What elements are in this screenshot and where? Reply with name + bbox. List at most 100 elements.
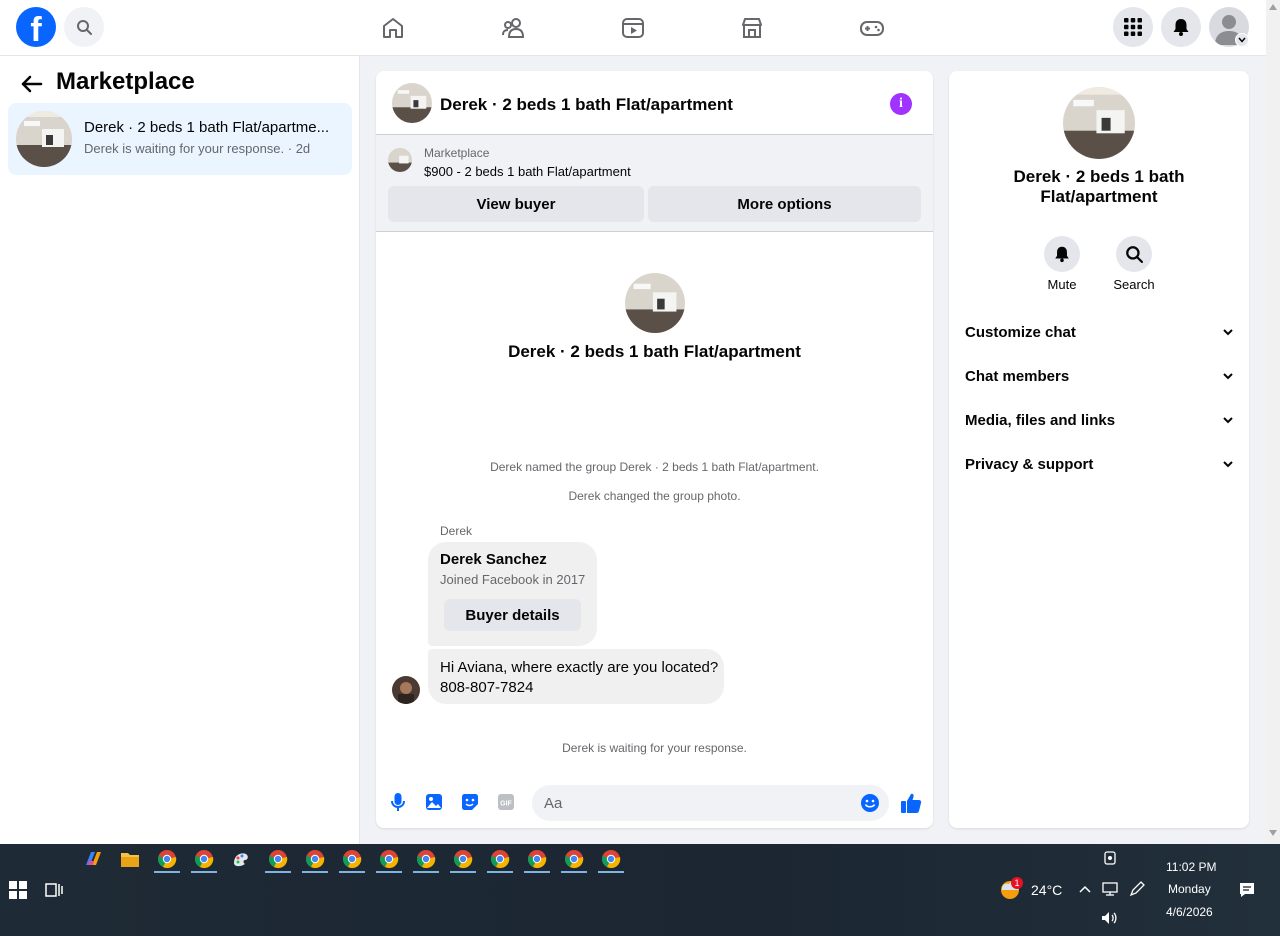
running-app-indicator [302, 871, 328, 873]
waiting-status: Derek is waiting for your response. [562, 741, 747, 755]
buyer-details-button[interactable]: Buyer details [444, 599, 581, 631]
marketplace-sidebar: Marketplace Derek · 2 beds 1 bath Flat/a… [0, 56, 360, 844]
listing-label: Marketplace [424, 146, 490, 160]
copilot-icon[interactable] [83, 849, 103, 869]
chrome-browser-icon[interactable] [305, 849, 325, 869]
chrome-browser-icon[interactable] [268, 849, 288, 869]
menu-button[interactable] [1113, 7, 1153, 47]
chrome-browser-icon[interactable] [453, 849, 473, 869]
emoji-icon[interactable] [860, 793, 880, 813]
video-nav-button[interactable] [619, 14, 647, 42]
clock-time[interactable]: 11:02 PM [1166, 860, 1216, 874]
top-navigation-bar: f [0, 0, 1266, 56]
weather-badge: 1 [1011, 877, 1023, 889]
file-explorer-icon[interactable] [120, 850, 140, 868]
back-arrow-icon[interactable] [20, 74, 44, 94]
network-icon[interactable] [1101, 881, 1119, 897]
notifications-button[interactable] [1161, 7, 1201, 47]
conversation-item[interactable]: Derek · 2 beds 1 bath Flat/apartme... De… [8, 103, 352, 175]
scroll-up-arrow[interactable] [1269, 4, 1277, 10]
image-icon [426, 794, 442, 810]
page-scrollbar[interactable] [1266, 0, 1280, 844]
buyer-card: Derek Sanchez Joined Facebook in 2017 Bu… [428, 542, 597, 646]
attach-photo-button[interactable] [424, 792, 444, 812]
marketplace-nav-button[interactable] [738, 14, 766, 42]
chrome-browser-icon[interactable] [157, 849, 177, 869]
chrome-browser-icon[interactable] [490, 849, 510, 869]
svg-text:GIF: GIF [500, 801, 512, 808]
info-group-photo[interactable] [1063, 87, 1135, 159]
search-in-chat-button[interactable] [1116, 236, 1152, 272]
running-app-indicator [598, 871, 624, 873]
search-icon [77, 20, 92, 35]
thumbs-up-icon[interactable] [899, 791, 923, 815]
mute-button[interactable] [1044, 236, 1080, 272]
kitchen-photo-icon [388, 148, 412, 172]
message-text: Hi Aviana, where exactly are you located… [440, 659, 719, 676]
search-label: Search [1113, 277, 1155, 292]
kitchen-photo-icon [1063, 87, 1135, 159]
scroll-down-arrow[interactable] [1269, 830, 1277, 836]
user-photo-icon [392, 676, 420, 704]
media-files-links-row[interactable]: Media, files and links [965, 408, 1233, 432]
chat-header-avatar[interactable] [392, 83, 432, 123]
chrome-browser-icon[interactable] [564, 849, 584, 869]
pen-icon[interactable] [1128, 880, 1146, 898]
running-app-indicator [191, 871, 217, 873]
sticker-button[interactable] [460, 792, 480, 812]
chat-title[interactable]: Derek · 2 beds 1 bath Flat/apartment [440, 95, 733, 115]
task-view-icon[interactable] [45, 881, 63, 899]
friends-nav-button[interactable] [499, 14, 527, 42]
search-button[interactable] [64, 7, 104, 47]
voice-clip-button[interactable] [388, 792, 408, 812]
gif-button[interactable]: GIF [496, 792, 516, 812]
search-icon [1126, 246, 1143, 263]
message-bubble[interactable]: Hi Aviana, where exactly are you located… [428, 649, 724, 704]
running-app-indicator [376, 871, 402, 873]
chat-info-panel: Derek · 2 beds 1 bath Flat/apartment Mut… [949, 71, 1249, 828]
chrome-browser-icon[interactable] [416, 849, 436, 869]
info-icon[interactable]: i [890, 93, 912, 115]
running-app-indicator [413, 871, 439, 873]
windows-taskbar: 1 24°C 11:02 PM Monday 4/6/2026 [0, 844, 1280, 936]
clock-day[interactable]: Monday [1168, 882, 1211, 896]
running-app-indicator [524, 871, 550, 873]
chat-members-row[interactable]: Chat members [965, 364, 1233, 388]
privacy-support-row[interactable]: Privacy & support [965, 452, 1233, 476]
view-buyer-button[interactable]: View buyer [388, 186, 644, 222]
notification-center-icon[interactable] [1238, 881, 1256, 899]
facebook-logo-icon[interactable]: f [16, 7, 56, 47]
gaming-nav-button[interactable] [858, 14, 886, 42]
bell-icon [1055, 246, 1069, 263]
kitchen-photo-icon [625, 273, 685, 333]
chat-header: Derek · 2 beds 1 bath Flat/apartment i [376, 71, 933, 135]
more-options-button[interactable]: More options [648, 186, 921, 222]
chrome-browser-icon[interactable] [601, 849, 621, 869]
home-nav-button[interactable] [379, 14, 407, 42]
temperature[interactable]: 24°C [1031, 882, 1062, 898]
chevron-up-icon[interactable] [1078, 884, 1092, 894]
account-menu-chevron[interactable] [1235, 33, 1249, 47]
volume-icon[interactable] [1100, 910, 1118, 926]
chrome-browser-icon[interactable] [379, 849, 399, 869]
customize-chat-row[interactable]: Customize chat [965, 320, 1233, 344]
page-title: Marketplace [56, 68, 195, 95]
chrome-browser-icon[interactable] [342, 849, 362, 869]
friends-icon [502, 18, 525, 38]
chrome-browser-icon[interactable] [194, 849, 214, 869]
meet-now-icon[interactable] [1102, 850, 1118, 866]
chrome-browser-icon[interactable] [527, 849, 547, 869]
windows-start-icon[interactable] [9, 881, 27, 899]
kitchen-photo-icon [16, 111, 72, 167]
listing-title[interactable]: $900 - 2 beds 1 bath Flat/apartment [424, 164, 631, 179]
paint-app-icon[interactable] [231, 849, 251, 869]
row-label: Customize chat [965, 323, 1076, 341]
listing-thumbnail [388, 148, 412, 172]
running-app-indicator [561, 871, 587, 873]
chevron-down-icon [1223, 372, 1233, 379]
message-input[interactable] [532, 785, 889, 821]
clock-date[interactable]: 4/6/2026 [1166, 905, 1213, 919]
row-label: Media, files and links [965, 411, 1116, 429]
sender-avatar[interactable] [392, 676, 420, 704]
chat-panel: Derek · 2 beds 1 bath Flat/apartment i M… [376, 71, 933, 828]
